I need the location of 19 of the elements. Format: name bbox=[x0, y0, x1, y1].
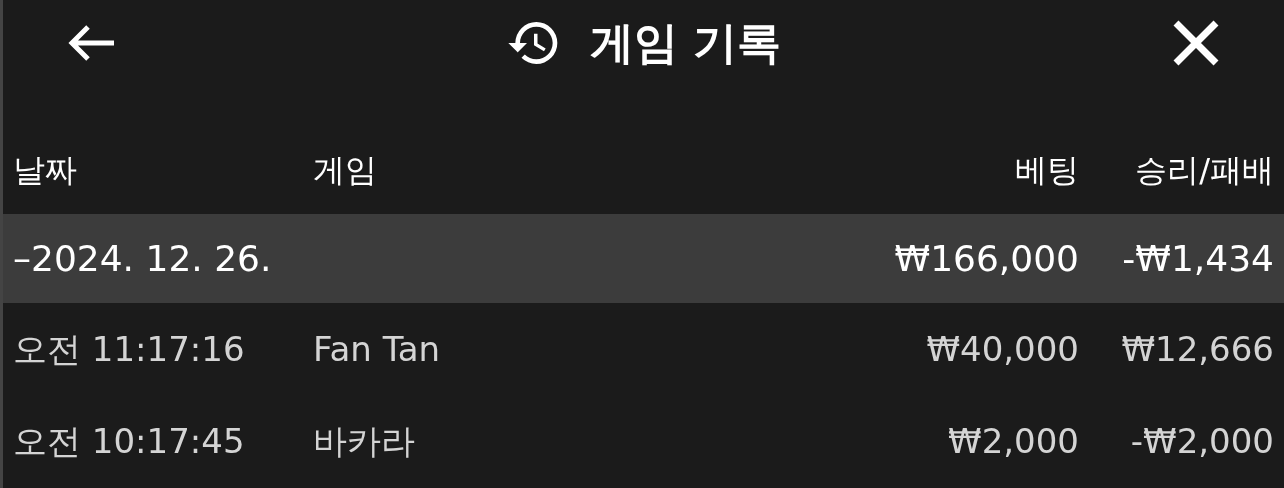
table-cell-text: –2024. 12. 26. bbox=[13, 236, 273, 281]
column-header: 게임 bbox=[313, 150, 378, 191]
table-cell-text: 바카라 bbox=[313, 419, 416, 463]
table-cell-text: ₩40,000 bbox=[925, 327, 1079, 371]
column-header: 베팅 bbox=[1014, 150, 1079, 191]
table-cell-text: ₩12,666 bbox=[1120, 327, 1274, 371]
table-cell-text: ₩166,000 bbox=[893, 236, 1079, 281]
column-header: 날짜 bbox=[13, 150, 78, 191]
table-cell-text: ₩2,000 bbox=[947, 419, 1079, 463]
column-header: 승리/패배 bbox=[1134, 150, 1274, 191]
close-icon bbox=[1173, 20, 1219, 66]
table-cell-text: 오전 10:17:45 bbox=[13, 419, 246, 463]
table-cell-text: Fan Tan bbox=[313, 327, 442, 371]
window-title: 게임 기록 bbox=[589, 16, 782, 70]
table-cell-text: 오전 11:17:16 bbox=[13, 327, 246, 371]
back-arrow-icon bbox=[66, 23, 116, 63]
table-cell-text: -₩1,434 bbox=[1121, 236, 1274, 281]
table-cell-text: -₩2,000 bbox=[1129, 419, 1274, 463]
group-row[interactable]: –2024. 12. 26. ₩166,000 -₩1,434 bbox=[3, 214, 1284, 303]
